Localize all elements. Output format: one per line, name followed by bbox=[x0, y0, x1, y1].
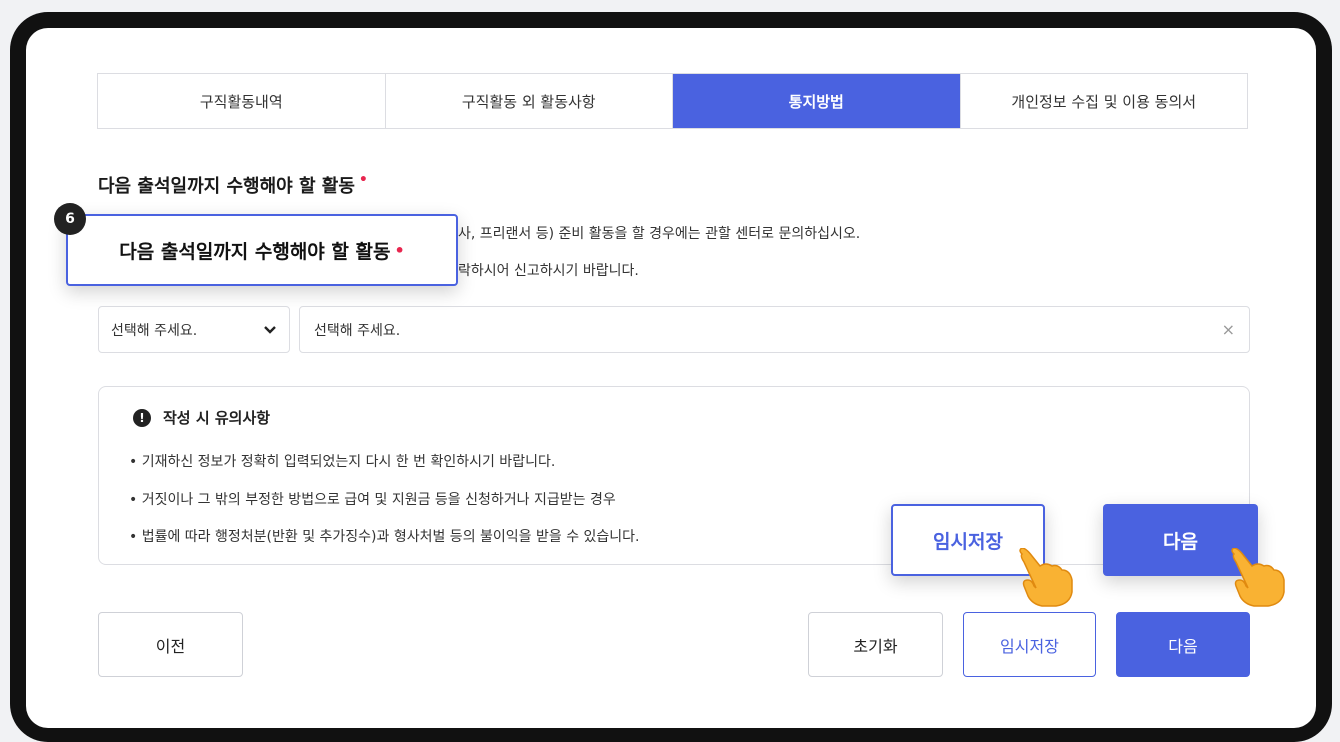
tab-notification-method[interactable]: 통지방법 bbox=[673, 74, 961, 128]
clear-icon[interactable]: × bbox=[1222, 320, 1235, 339]
description-line-1: 사, 프리랜서 등) 준비 활동을 할 경우에는 관할 센터로 문의하십시오. bbox=[458, 226, 861, 242]
notice-title-text: 작성 시 유의사항 bbox=[163, 409, 271, 427]
description-line-2: 락하시어 신고하시기 바랍니다. bbox=[458, 263, 639, 279]
notice-box: ! 작성 시 유의사항 • 기재하신 정보가 정확히 입력되었는지 다시 한 번… bbox=[98, 386, 1250, 565]
prev-button[interactable]: 이전 bbox=[98, 612, 243, 677]
notice-item: • 거짓이나 그 밖의 부정한 방법으로 급여 및 지원금 등을 신청하거나 지… bbox=[129, 492, 616, 508]
notice-item: • 법률에 따라 행정처분(반환 및 추가징수)과 형사처벌 등의 불이익을 받… bbox=[129, 529, 640, 545]
section-title-text: 다음 출석일까지 수행해야 할 활동 bbox=[98, 176, 355, 197]
step-badge: 6 bbox=[54, 203, 86, 235]
tab-other-activities[interactable]: 구직활동 외 활동사항 bbox=[386, 74, 673, 128]
tab-job-search-history[interactable]: 구직활동내역 bbox=[98, 74, 386, 128]
highlight-required-mark: • bbox=[394, 240, 405, 260]
pointing-hand-icon bbox=[1231, 548, 1285, 607]
category-select[interactable]: 선택해 주세요. bbox=[98, 306, 290, 353]
tab-bar: 구직활동내역 구직활동 외 활동사항 통지방법 개인정보 수집 및 이용 동의서 bbox=[97, 73, 1248, 129]
detail-select[interactable]: 선택해 주세요. × bbox=[299, 306, 1250, 353]
reset-button[interactable]: 초기화 bbox=[808, 612, 943, 677]
notice-item: • 기재하신 정보가 정확히 입력되었는지 다시 한 번 확인하시기 바랍니다. bbox=[129, 454, 556, 470]
alert-icon: ! bbox=[133, 408, 151, 427]
highlight-title-text: 다음 출석일까지 수행해야 할 활동 bbox=[119, 240, 391, 263]
highlight-section-title: 다음 출석일까지 수행해야 할 활동 • bbox=[66, 214, 458, 286]
notice-title: ! 작성 시 유의사항 bbox=[133, 407, 270, 428]
detail-select-value: 선택해 주세요. bbox=[314, 322, 401, 339]
section-title: 다음 출석일까지 수행해야 할 활동 • bbox=[98, 172, 368, 198]
chevron-down-icon bbox=[264, 325, 276, 334]
required-mark: • bbox=[358, 172, 368, 188]
save-draft-button[interactable]: 임시저장 bbox=[963, 612, 1096, 677]
next-button[interactable]: 다음 bbox=[1116, 612, 1250, 677]
tab-privacy-consent[interactable]: 개인정보 수집 및 이용 동의서 bbox=[961, 74, 1248, 128]
category-select-value: 선택해 주세요. bbox=[111, 322, 198, 339]
pointing-hand-icon bbox=[1019, 548, 1073, 607]
